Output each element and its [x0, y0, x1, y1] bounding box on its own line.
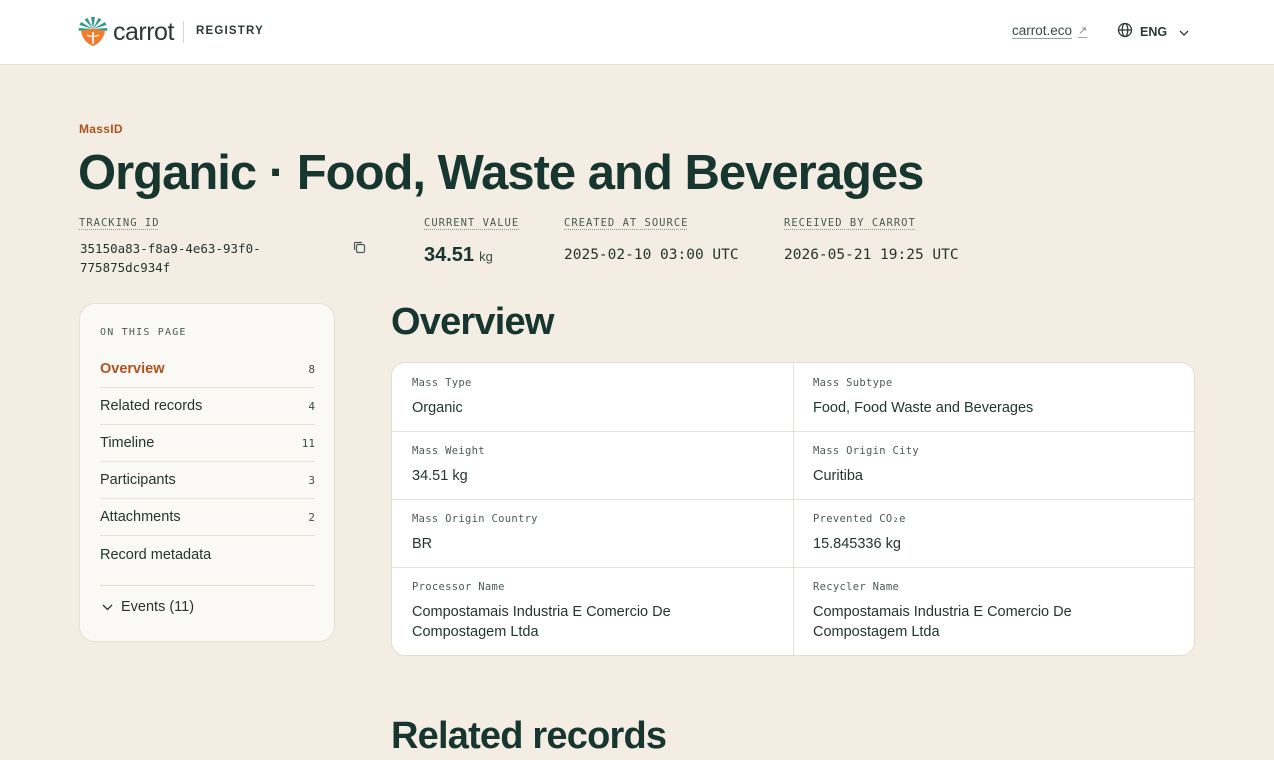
field-mass-origin-country: Mass Origin Country BR	[392, 499, 793, 568]
field-value: BR	[412, 534, 773, 554]
current-value-number: 34.51	[424, 244, 474, 267]
toc-item-count: 4	[308, 400, 315, 413]
field-mass-type: Mass Type Organic	[392, 363, 793, 432]
events-toggle-label: Events (11)	[121, 599, 194, 615]
record-type-eyebrow: MassID	[79, 122, 123, 136]
field-recycler-name: Recycler Name Compostamais Industria E C…	[793, 567, 1195, 656]
toc-item-label: Record metadata	[100, 547, 211, 563]
field-label: Mass Origin Country	[412, 513, 773, 525]
toc-item-participants[interactable]: Participants 3	[100, 462, 315, 499]
arrow-up-right-icon: ↗	[1078, 24, 1087, 37]
current-value-label: CURRENT VALUE	[424, 217, 519, 229]
globe-icon	[1117, 22, 1133, 41]
carrot-logo-icon	[78, 16, 108, 47]
overview-fields-card: Mass Type Organic Mass Subtype Food, Foo…	[391, 362, 1195, 656]
created-at-source-label: CREATED AT SOURCE	[564, 217, 688, 229]
field-value: Food, Food Waste and Beverages	[813, 398, 1176, 418]
field-value: Compostamais Industria E Comercio De Com…	[412, 602, 703, 642]
toc-heading: ON THIS PAGE	[100, 327, 187, 338]
field-value: Organic	[412, 398, 773, 418]
tracking-id-value: 35150a83-f8a9-4e63-93f0-775875dc934f	[80, 239, 310, 277]
field-prevented-co2e: Prevented CO₂e 15.845336 kg	[793, 499, 1195, 568]
overview-heading: Overview	[391, 298, 554, 346]
field-mass-origin-city: Mass Origin City Curitiba	[793, 431, 1195, 500]
language-selector[interactable]: ENG	[1117, 22, 1189, 41]
toc-item-timeline[interactable]: Timeline 11	[100, 425, 315, 462]
logo[interactable]: carrot	[78, 16, 174, 47]
toc-item-label: Attachments	[100, 509, 181, 525]
toc-item-count: 11	[302, 437, 315, 450]
field-processor-name: Processor Name Compostamais Industria E …	[392, 567, 793, 656]
field-label: Processor Name	[412, 581, 703, 593]
events-toggle[interactable]: Events (11)	[102, 599, 194, 615]
field-value: 15.845336 kg	[813, 534, 1176, 554]
field-label: Mass Type	[412, 377, 773, 389]
field-value: 34.51 kg	[412, 466, 773, 486]
tracking-id-label: TRACKING ID	[79, 217, 160, 229]
received-by-carrot-label: RECEIVED BY CARROT	[784, 217, 916, 229]
toc-item-record-metadata[interactable]: Record metadata	[100, 536, 315, 573]
copy-icon[interactable]	[352, 240, 367, 260]
logo-text: carrot	[113, 17, 174, 47]
toc-item-related-records[interactable]: Related records 4	[100, 388, 315, 425]
chevron-down-icon	[1179, 25, 1189, 39]
toc-item-label: Related records	[100, 398, 202, 414]
created-at-source-value: 2025-02-10 03:00 UTC	[564, 247, 739, 263]
field-label: Recycler Name	[813, 581, 1106, 593]
toc-item-overview[interactable]: Overview 8	[100, 351, 315, 388]
carrot-eco-link-text: carrot.eco	[1012, 23, 1072, 38]
header-divider	[183, 21, 184, 43]
received-by-carrot-value: 2026-05-21 19:25 UTC	[784, 247, 959, 263]
toc-item-count: 8	[308, 363, 315, 376]
toc-item-label: Timeline	[100, 435, 154, 451]
page-title: Organic · Food, Waste and Beverages	[78, 143, 923, 203]
field-label: Prevented CO₂e	[813, 513, 1176, 525]
field-mass-weight: Mass Weight 34.51 kg	[392, 431, 793, 500]
current-value: 34.51 kg	[424, 244, 493, 267]
toc-item-label: Participants	[100, 472, 176, 488]
top-bar: carrot REGISTRY carrot.eco ↗ ENG	[0, 0, 1274, 65]
toc-item-count: 2	[308, 511, 315, 524]
field-label: Mass Weight	[412, 445, 773, 457]
carrot-eco-link[interactable]: carrot.eco ↗	[1012, 23, 1087, 38]
registry-label: REGISTRY	[196, 25, 264, 37]
toc-list: Overview 8 Related records 4 Timeline 11…	[100, 351, 315, 573]
chevron-down-icon	[102, 599, 113, 615]
toc-item-label: Overview	[100, 361, 165, 377]
toc-item-count: 3	[308, 474, 315, 487]
language-label: ENG	[1140, 25, 1167, 39]
on-this-page-nav: ON THIS PAGE Overview 8 Related records …	[79, 303, 335, 642]
field-mass-subtype: Mass Subtype Food, Food Waste and Bevera…	[793, 363, 1195, 432]
field-value: Curitiba	[813, 466, 1176, 486]
current-value-unit: kg	[479, 249, 493, 264]
related-records-heading: Related records	[391, 712, 666, 760]
field-label: Mass Origin City	[813, 445, 1176, 457]
toc-item-attachments[interactable]: Attachments 2	[100, 499, 315, 536]
field-label: Mass Subtype	[813, 377, 1176, 389]
field-value: Compostamais Industria E Comercio De Com…	[813, 602, 1106, 642]
toc-divider	[100, 585, 315, 586]
